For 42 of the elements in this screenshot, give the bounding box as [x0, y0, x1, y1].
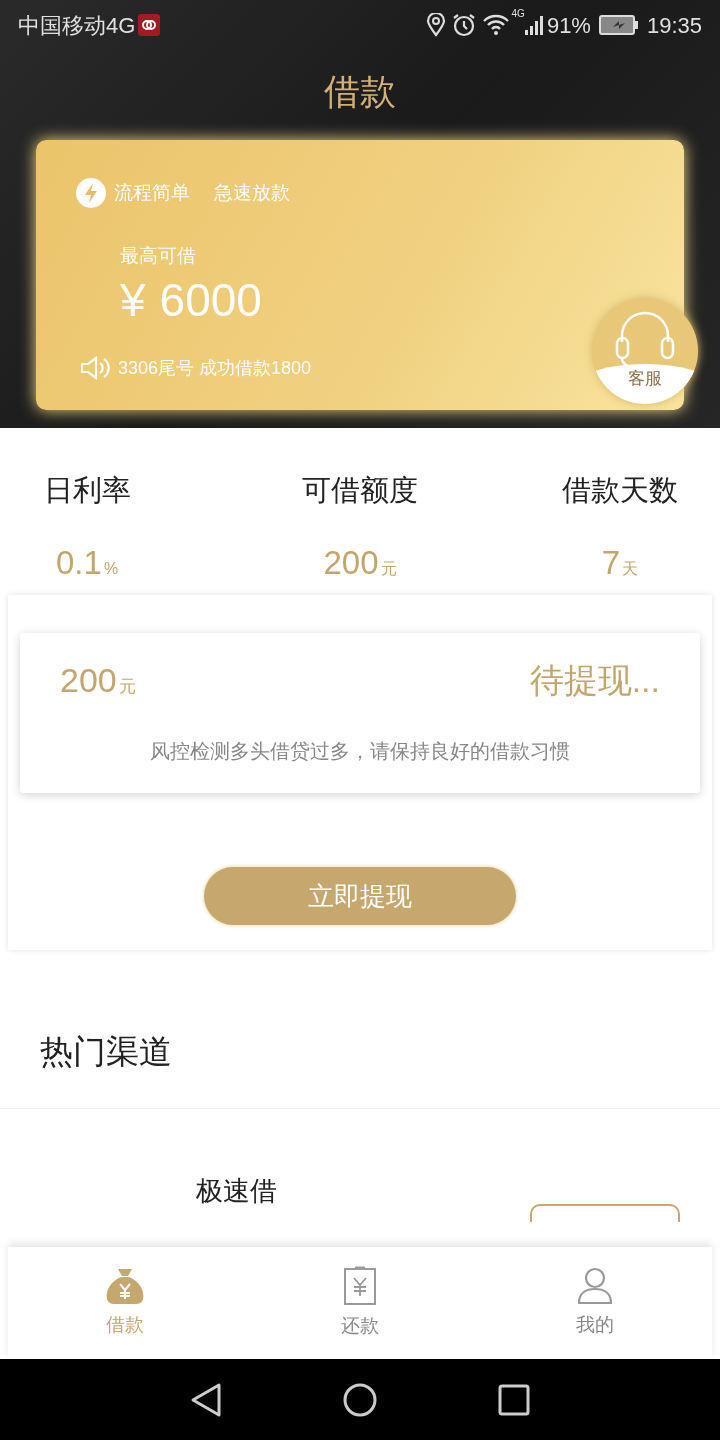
carrier-text: 中国移动4G [18, 11, 136, 40]
alarm-icon [451, 13, 476, 37]
stat-label: 日利率 [44, 473, 131, 508]
speaker-icon [80, 355, 110, 381]
stat-unit: % [103, 559, 119, 579]
withdraw-amount: 200 [60, 663, 117, 697]
stat-label: 借款天数 [562, 473, 678, 508]
max-loan-label: 最高可借 [120, 244, 197, 268]
currency-symbol: ¥ [120, 276, 146, 323]
battery-charging-icon [598, 15, 639, 35]
clock-text: 19:35 [646, 11, 702, 40]
back-icon[interactable] [190, 1381, 222, 1418]
risk-warning-text: 风控检测多头借贷过多，请保持良好的借款习惯 [150, 738, 570, 764]
page-title: 借款 [324, 70, 396, 114]
stat-unit: 天 [622, 559, 638, 579]
feature-text: 急速放款 [214, 180, 290, 205]
stat-label: 可借额度 [302, 473, 418, 508]
stat-unit: 元 [380, 559, 397, 579]
withdraw-button[interactable]: 立即提现 [204, 867, 516, 925]
location-icon [425, 13, 446, 37]
lightning-icon [76, 178, 106, 208]
withdraw-status: 待提现... [529, 663, 660, 697]
stat-value: 7 [601, 546, 620, 579]
signal-icon [524, 14, 545, 36]
tab-item[interactable]: 我的 [477, 1247, 712, 1359]
customer-service-button[interactable]: 客服 [592, 298, 698, 404]
section-title: 热门渠道 [40, 1032, 173, 1073]
app-notification-icon [138, 14, 161, 36]
stat-value: 0.1 [56, 546, 102, 579]
wifi-icon [481, 14, 510, 36]
tab-item[interactable]: 还款 [242, 1247, 478, 1359]
home-icon[interactable] [342, 1381, 378, 1418]
network-type-text: 4G [511, 9, 525, 19]
max-loan-amount: 6000 [159, 276, 262, 323]
tab-item[interactable]: 借款 [8, 1247, 243, 1359]
recents-icon[interactable] [498, 1383, 530, 1416]
withdraw-unit: 元 [118, 676, 136, 698]
stat-value: 200 [323, 546, 379, 579]
battery-percent-text: 91% [546, 11, 591, 40]
feature-text: 流程简单 [114, 180, 190, 205]
channel-name: 极速借 [196, 1175, 277, 1209]
notice-text: 3306尾号 成功借款1800 [118, 356, 312, 380]
